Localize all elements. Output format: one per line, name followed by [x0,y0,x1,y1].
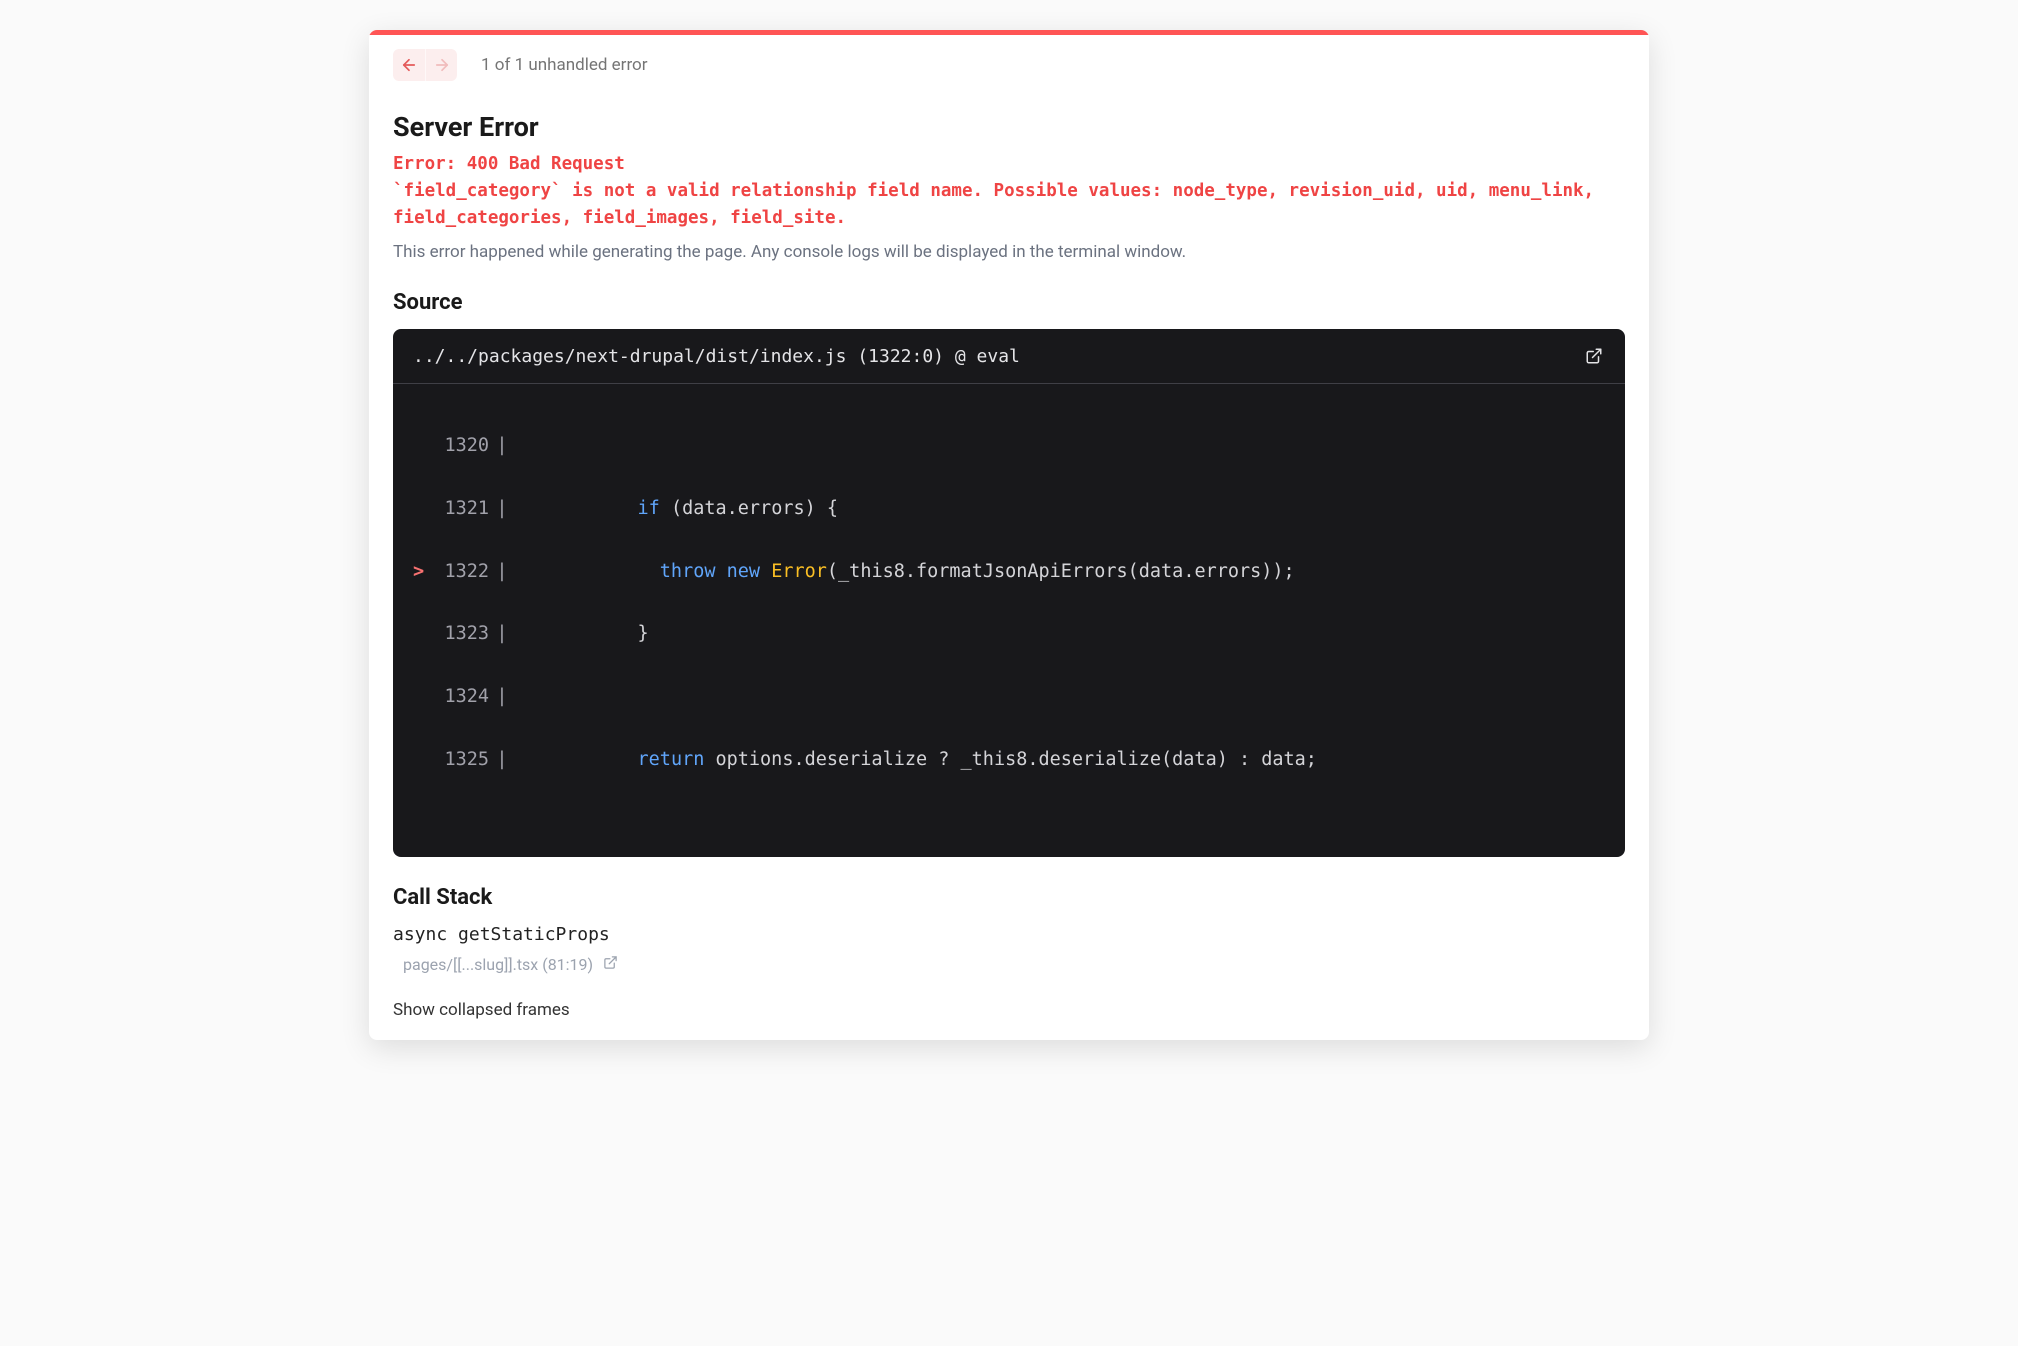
open-in-editor-button[interactable] [1583,345,1605,367]
open-frame-button[interactable] [603,955,618,974]
external-link-icon [1585,347,1603,365]
line-number: 1322 [435,556,489,587]
stack-frame-file: pages/[[...slug]].tsx (81:19) [403,955,593,974]
source-heading: Source [393,290,1625,315]
error-line-marker: > [413,556,435,587]
error-title: Server Error [393,111,1625,143]
show-collapsed-frames-button[interactable]: Show collapsed frames [393,1000,1625,1020]
code-line: 1325| return options.deserialize ? _this… [413,744,1605,775]
line-number: 1321 [435,493,489,524]
prev-error-button[interactable] [393,49,425,81]
source-location-bar: ../../packages/next-drupal/dist/index.js… [393,329,1625,384]
error-dialog: 1 of 1 unhandled error Server Error Erro… [369,30,1649,1040]
line-number: 1325 [435,744,489,775]
code-token: } [638,623,649,644]
stack-frame-function: async getStaticProps [393,924,1625,945]
arrow-left-icon [400,56,418,74]
line-number: 1324 [435,681,489,712]
code-line: 1320| [413,430,1605,461]
line-number: 1323 [435,618,489,649]
source-code-box: ../../packages/next-drupal/dist/index.js… [393,329,1625,856]
error-description: This error happened while generating the… [393,242,1625,262]
source-location: ../../packages/next-drupal/dist/index.js… [413,346,1020,367]
dialog-content: Server Error Error: 400 Bad Request `fie… [369,91,1649,1040]
error-counter: 1 of 1 unhandled error [481,55,648,75]
code-token: Error [771,561,827,582]
source-code: 1320| 1321| if (data.errors) { >1322| th… [393,384,1625,856]
code-token: new [727,561,760,582]
code-token: throw [660,561,716,582]
code-line: 1323| } [413,618,1605,649]
stack-frame-location: pages/[[...slug]].tsx (81:19) [393,955,1625,974]
next-error-button[interactable] [425,49,457,81]
error-message: Error: 400 Bad Request `field_category` … [393,151,1625,232]
code-line: 1324| [413,681,1605,712]
error-nav-buttons [393,49,457,81]
line-number: 1320 [435,430,489,461]
code-token: if [638,498,660,519]
external-link-icon [603,955,618,970]
code-token: (data.errors) { [660,498,838,519]
callstack-heading: Call Stack [393,885,1625,910]
arrow-right-icon [433,56,451,74]
code-token: return [638,749,705,770]
dialog-header: 1 of 1 unhandled error [369,35,1649,91]
code-token: options.deserialize ? _this8.deserialize… [704,749,1317,770]
code-token: (_this8.formatJsonApiErrors(data.errors)… [827,561,1295,582]
code-line: 1321| if (data.errors) { [413,493,1605,524]
code-line-error: >1322| throw new Error(_this8.formatJson… [413,556,1605,587]
